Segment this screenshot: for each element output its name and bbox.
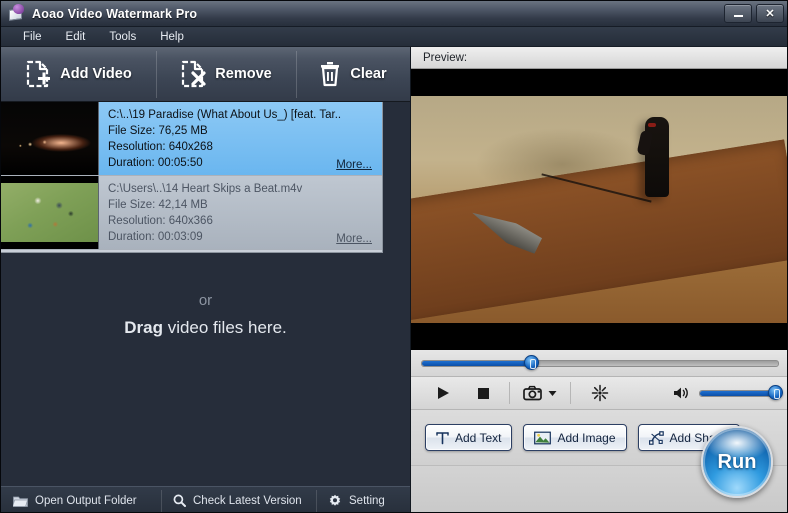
file-duration: Duration: 00:05:50: [108, 157, 203, 169]
file-size: File Size: 42,14 MB: [108, 199, 208, 211]
open-output-folder-button[interactable]: Open Output Folder: [1, 487, 161, 513]
run-area: Run: [411, 426, 787, 512]
file-resolution: Resolution: 640x268: [108, 141, 213, 153]
volume-fill: [700, 390, 776, 396]
table-row[interactable]: C:\..\19 Paradise (What About Us_) [feat…: [1, 102, 382, 176]
night-scene-thumbnail: [1, 102, 99, 175]
drop-rest-text: video files here.: [162, 318, 287, 337]
file-info: C:\Users\..\14 Heart Skips a Beat.m4v Fi…: [99, 176, 382, 249]
file-info: C:\..\19 Paradise (What About Us_) [feat…: [99, 102, 382, 175]
menu-item-tools[interactable]: Tools: [97, 29, 148, 45]
speaker-icon[interactable]: [673, 386, 691, 400]
close-button[interactable]: ✕: [756, 4, 784, 23]
application-window: Aoao Video Watermark Pro ✕ File Edit Too…: [0, 0, 788, 513]
play-button[interactable]: [423, 376, 463, 410]
letterbox-top: [411, 69, 787, 96]
preview-label: Preview:: [423, 51, 468, 64]
check-latest-version-label: Check Latest Version: [193, 494, 302, 507]
right-panel: Preview: Add Text Add Image Add Shape Ru…: [410, 47, 787, 512]
add-video-button[interactable]: Add Video: [1, 47, 156, 102]
menu-item-help[interactable]: Help: [148, 29, 196, 45]
setting-label: Setting: [349, 494, 385, 507]
video-preview[interactable]: [411, 69, 787, 350]
left-panel: Add Video Remove Clear or Drag video fil…: [1, 47, 410, 513]
file-duration: Duration: 00:03:09: [108, 231, 203, 243]
gear-icon: [328, 494, 342, 508]
volume-slider[interactable]: [699, 385, 783, 400]
volume-thumb[interactable]: [768, 385, 783, 400]
status-bar: Open Output Folder Check Latest Version: [1, 486, 410, 513]
run-button[interactable]: Run: [701, 426, 773, 498]
more-link[interactable]: More...: [336, 233, 372, 245]
seek-fill: [422, 360, 533, 366]
add-video-label: Add Video: [60, 66, 132, 82]
open-output-folder-label: Open Output Folder: [35, 494, 137, 507]
menu-item-edit[interactable]: Edit: [54, 29, 98, 45]
preview-figure: [645, 117, 670, 197]
drop-instruction: Drag video files here.: [124, 318, 287, 338]
window-title: Aoao Video Watermark Pro: [32, 6, 198, 21]
minimize-button[interactable]: [724, 4, 752, 23]
video-file-list[interactable]: C:\..\19 Paradise (What About Us_) [feat…: [1, 102, 383, 253]
clear-button[interactable]: Clear: [296, 47, 410, 102]
grass-scene-thumbnail: [1, 176, 99, 249]
folder-icon: [13, 495, 28, 507]
clear-label: Clear: [350, 66, 387, 82]
camera-icon: [523, 385, 545, 401]
add-image-button[interactable]: Add Image: [523, 424, 627, 451]
menu-bar: File Edit Tools Help: [1, 27, 787, 47]
shape-nodes-icon: [648, 430, 664, 445]
menu-item-file[interactable]: File: [11, 29, 54, 45]
check-latest-version-button[interactable]: Check Latest Version: [161, 487, 316, 513]
window-controls: ✕: [724, 4, 784, 23]
setting-button[interactable]: Setting: [316, 487, 397, 513]
seek-bar-container: [411, 350, 787, 376]
stop-button[interactable]: [463, 376, 503, 410]
main-toolbar: Add Video Remove Clear: [1, 47, 410, 102]
letterbox-bottom: [411, 323, 787, 350]
drop-strong-word: Drag: [124, 318, 163, 337]
chevron-down-icon[interactable]: [548, 390, 557, 397]
play-icon: [437, 386, 450, 400]
add-text-button[interactable]: Add Text: [425, 424, 513, 451]
divider: [509, 382, 510, 404]
trash-icon: [319, 61, 341, 87]
preview-label-bar: Preview:: [411, 47, 787, 69]
title-bar: Aoao Video Watermark Pro ✕: [1, 1, 787, 27]
file-path: C:\..\19 Paradise (What About Us_) [feat…: [108, 109, 342, 121]
magnifier-icon: [173, 494, 186, 507]
divider: [570, 382, 571, 404]
picture-icon: [534, 431, 552, 445]
table-row[interactable]: C:\Users\..\14 Heart Skips a Beat.m4v Fi…: [1, 176, 382, 250]
file-add-icon: [25, 60, 51, 88]
seek-slider[interactable]: [421, 355, 779, 370]
remove-label: Remove: [215, 66, 272, 82]
run-label: Run: [717, 450, 757, 473]
transport-controls: [411, 376, 787, 410]
snapshot-button[interactable]: [516, 376, 564, 410]
file-remove-icon: [180, 60, 206, 88]
add-text-label: Add Text: [455, 430, 502, 445]
volume-control: [673, 385, 783, 400]
file-resolution: Resolution: 640x366: [108, 215, 213, 227]
effects-button[interactable]: [577, 376, 623, 410]
file-size: File Size: 76,25 MB: [108, 125, 208, 137]
remove-button[interactable]: Remove: [156, 47, 296, 102]
text-t-icon: [436, 431, 449, 445]
sparkle-icon: [591, 384, 609, 402]
app-logo-icon: [7, 4, 26, 23]
more-link[interactable]: More...: [336, 159, 372, 171]
stop-icon: [477, 387, 490, 400]
seek-thumb[interactable]: [524, 355, 540, 370]
drop-or-text: or: [198, 292, 213, 309]
add-image-label: Add Image: [557, 430, 616, 445]
file-path: C:\Users\..\14 Heart Skips a Beat.m4v: [108, 183, 303, 195]
